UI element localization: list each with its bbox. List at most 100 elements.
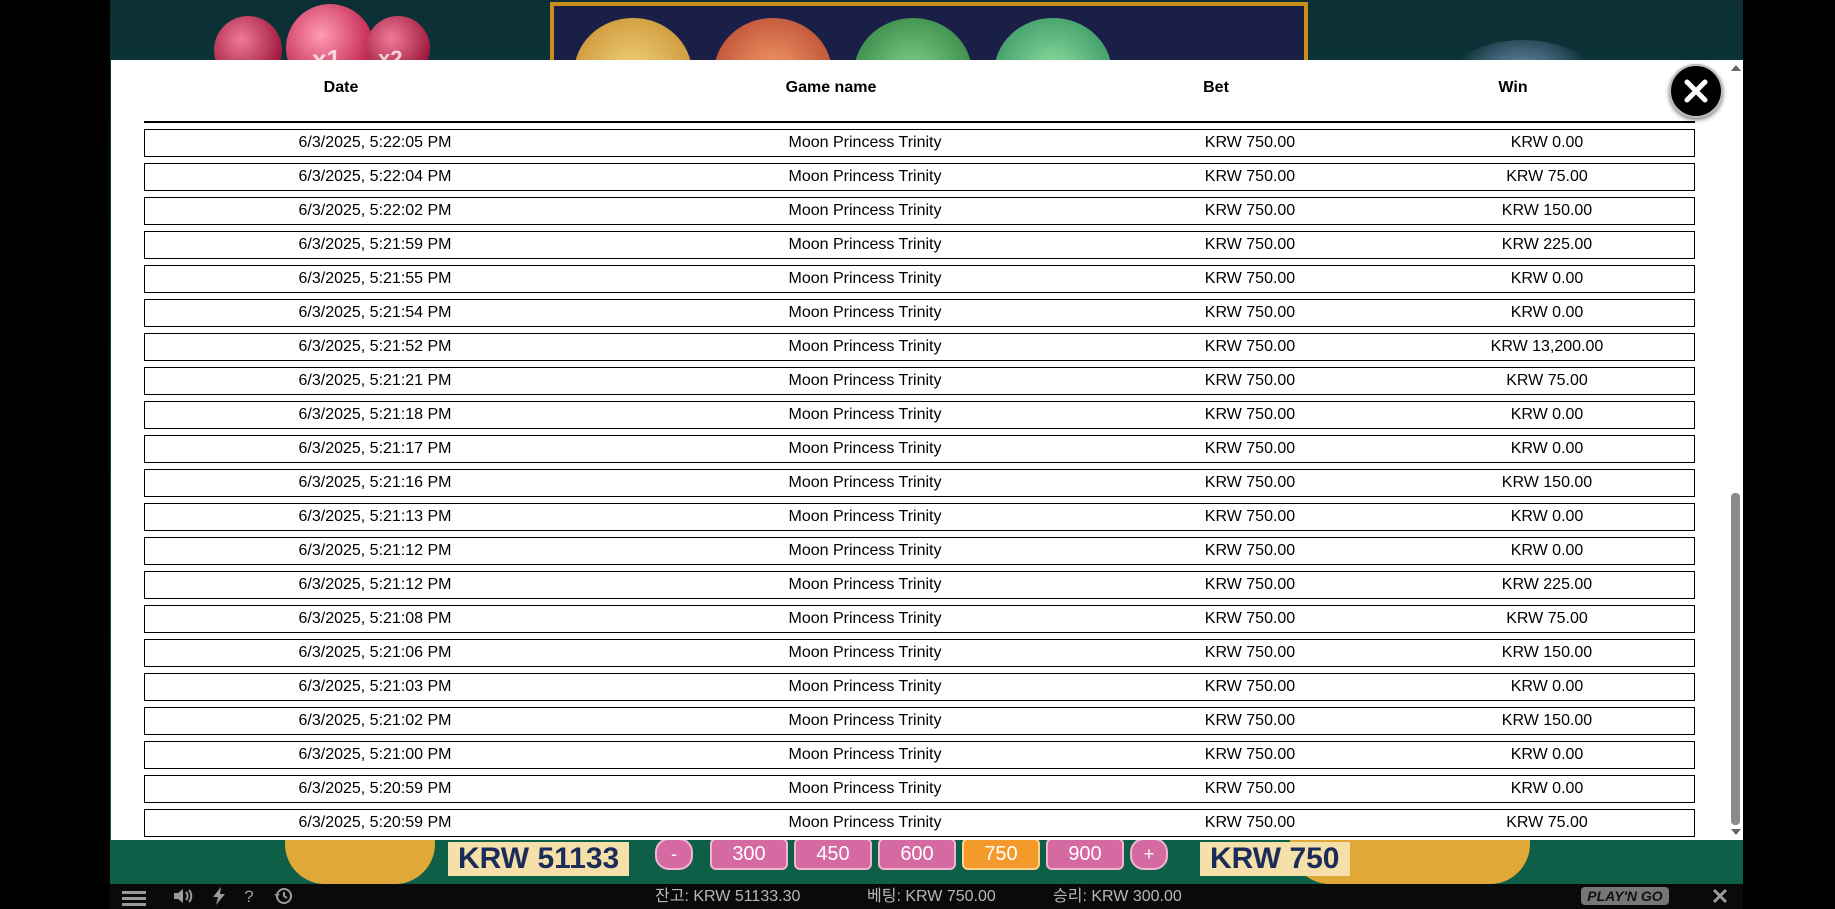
speaker-icon[interactable] — [170, 887, 196, 907]
cell-date: 6/3/2025, 5:21:21 PM — [298, 372, 452, 389]
cell-win: KRW 150.00 — [1501, 712, 1593, 729]
table-row: 6/3/2025, 5:21:18 PM Moon Princess Trinit… — [144, 401, 1695, 429]
cell-game-name: Moon Princess Trinity — [788, 372, 942, 389]
table-row: 6/3/2025, 5:21:54 PM Moon Princess Trinit… — [144, 299, 1695, 327]
status-win: 승리: KRW 300.00 — [1053, 888, 1182, 905]
cell-date: 6/3/2025, 5:20:59 PM — [298, 814, 452, 831]
playngo-logo: PLAY'N GO — [1581, 887, 1669, 905]
column-header-bet: Bet — [1203, 79, 1229, 96]
table-row: 6/3/2025, 5:21:16 PM Moon Princess Trinit… — [144, 469, 1695, 497]
hamburger-menu-icon[interactable] — [122, 888, 148, 908]
bet-chip[interactable]: 600 — [878, 838, 956, 870]
cell-win: KRW 225.00 — [1501, 236, 1593, 253]
table-row: 6/3/2025, 5:22:04 PM Moon Princess Trinit… — [144, 163, 1695, 191]
cell-bet: KRW 750.00 — [1204, 168, 1296, 185]
cell-bet: KRW 750.00 — [1204, 610, 1296, 627]
cell-win: KRW 75.00 — [1506, 814, 1588, 831]
cell-bet: KRW 750.00 — [1204, 746, 1296, 763]
cell-date: 6/3/2025, 5:21:12 PM — [298, 542, 452, 559]
cell-game-name: Moon Princess Trinity — [788, 746, 942, 763]
scrollbar[interactable] — [1728, 60, 1743, 840]
question-icon[interactable]: ? — [236, 887, 262, 907]
cell-date: 6/3/2025, 5:21:16 PM — [298, 474, 452, 491]
cell-bet: KRW 750.00 — [1204, 780, 1296, 797]
table-row: 6/3/2025, 5:22:05 PM Moon Princess Trinit… — [144, 129, 1695, 157]
cell-game-name: Moon Princess Trinity — [788, 338, 942, 355]
cell-date: 6/3/2025, 5:21:17 PM — [298, 440, 452, 457]
cell-win: KRW 0.00 — [1510, 406, 1584, 423]
table-row: 6/3/2025, 5:22:02 PM Moon Princess Trinit… — [144, 197, 1695, 225]
cell-win: KRW 0.00 — [1510, 270, 1584, 287]
cell-game-name: Moon Princess Trinity — [788, 304, 942, 321]
close-button[interactable] — [1669, 64, 1723, 118]
cell-bet: KRW 750.00 — [1204, 440, 1296, 457]
cell-win: KRW 0.00 — [1510, 134, 1584, 151]
table-row: 6/3/2025, 5:21:00 PM Moon Princess Trinit… — [144, 741, 1695, 769]
cell-game-name: Moon Princess Trinity — [788, 610, 942, 627]
cell-date: 6/3/2025, 5:21:55 PM — [298, 270, 452, 287]
bet-chip[interactable]: 900 — [1046, 838, 1124, 870]
history-icon[interactable] — [270, 887, 296, 907]
decorative-arc — [285, 838, 435, 884]
cell-bet: KRW 750.00 — [1204, 372, 1296, 389]
cell-game-name: Moon Princess Trinity — [788, 406, 942, 423]
cell-date: 6/3/2025, 5:21:13 PM — [298, 508, 452, 525]
bet-display: KRW 750 — [1200, 842, 1350, 876]
cell-bet: KRW 750.00 — [1204, 406, 1296, 423]
cell-date: 6/3/2025, 5:21:18 PM — [298, 406, 452, 423]
table-row: 6/3/2025, 5:21:12 PM Moon Princess Trinit… — [144, 537, 1695, 565]
cell-bet: KRW 750.00 — [1204, 474, 1296, 491]
bet-increase-button[interactable]: + — [1130, 838, 1168, 870]
cell-game-name: Moon Princess Trinity — [788, 576, 942, 593]
balance-display: KRW 51133 — [448, 842, 630, 876]
cell-bet: KRW 750.00 — [1204, 304, 1296, 321]
cell-game-name: Moon Princess Trinity — [788, 644, 942, 661]
cell-bet: KRW 750.00 — [1204, 270, 1296, 287]
cell-date: 6/3/2025, 5:21:12 PM — [298, 576, 452, 593]
cell-win: KRW 75.00 — [1506, 372, 1588, 389]
cell-date: 6/3/2025, 5:22:05 PM — [298, 134, 452, 151]
bet-chip[interactable]: 300 — [710, 838, 788, 870]
cell-date: 6/3/2025, 5:21:06 PM — [298, 644, 452, 661]
cell-bet: KRW 750.00 — [1204, 134, 1296, 151]
column-header-date: Date — [323, 79, 359, 96]
cell-win: KRW 150.00 — [1501, 474, 1593, 491]
bet-chip-selected[interactable]: 750 — [962, 838, 1040, 870]
table-row: 6/3/2025, 5:21:59 PM Moon Princess Trinit… — [144, 231, 1695, 259]
cell-bet: KRW 750.00 — [1204, 644, 1296, 661]
status-bar: ? 잔고: KRW 51133.30 베팅: KRW 750.00 승리: KR… — [110, 884, 1743, 909]
cell-win: KRW 0.00 — [1510, 746, 1584, 763]
table-row: 6/3/2025, 5:21:13 PM Moon Princess Trinit… — [144, 503, 1695, 531]
scroll-up-arrow-icon[interactable] — [1731, 65, 1741, 71]
scroll-down-arrow-icon[interactable] — [1731, 829, 1741, 835]
cell-game-name: Moon Princess Trinity — [788, 508, 942, 525]
table-row: 6/3/2025, 5:21:03 PM Moon Princess Trinit… — [144, 673, 1695, 701]
cell-game-name: Moon Princess Trinity — [788, 236, 942, 253]
cell-date: 6/3/2025, 5:21:02 PM — [298, 712, 452, 729]
cell-game-name: Moon Princess Trinity — [788, 814, 942, 831]
scrollbar-thumb[interactable] — [1731, 493, 1740, 825]
exit-close-icon[interactable] — [1707, 887, 1733, 907]
column-header-game-name: Game name — [785, 79, 877, 96]
cell-win: KRW 0.00 — [1510, 508, 1584, 525]
cell-game-name: Moon Princess Trinity — [788, 712, 942, 729]
cell-game-name: Moon Princess Trinity — [788, 780, 942, 797]
game-history-modal: Date Game name Bet Win 6/3/2025, 5:22:05… — [111, 60, 1743, 840]
bet-decrease-button[interactable]: - — [655, 838, 693, 870]
table-row: 6/3/2025, 5:21:52 PM Moon Princess Trinit… — [144, 333, 1695, 361]
table-row: 6/3/2025, 5:21:21 PM Moon Princess Trinit… — [144, 367, 1695, 395]
table-header: Date Game name Bet Win — [111, 60, 1743, 123]
cell-date: 6/3/2025, 5:21:54 PM — [298, 304, 452, 321]
cell-win: KRW 13,200.00 — [1490, 338, 1604, 355]
table-row: 6/3/2025, 5:21:08 PM Moon Princess Trinit… — [144, 605, 1695, 633]
cell-date: 6/3/2025, 5:21:52 PM — [298, 338, 452, 355]
cell-bet: KRW 750.00 — [1204, 576, 1296, 593]
cell-game-name: Moon Princess Trinity — [788, 542, 942, 559]
cell-win: KRW 0.00 — [1510, 780, 1584, 797]
table-row: 6/3/2025, 5:21:17 PM Moon Princess Trinit… — [144, 435, 1695, 463]
bet-chip[interactable]: 450 — [794, 838, 872, 870]
cell-win: KRW 0.00 — [1510, 304, 1584, 321]
cell-date: 6/3/2025, 5:21:03 PM — [298, 678, 452, 695]
column-header-win: Win — [1498, 79, 1528, 96]
lightning-icon[interactable] — [206, 887, 232, 907]
